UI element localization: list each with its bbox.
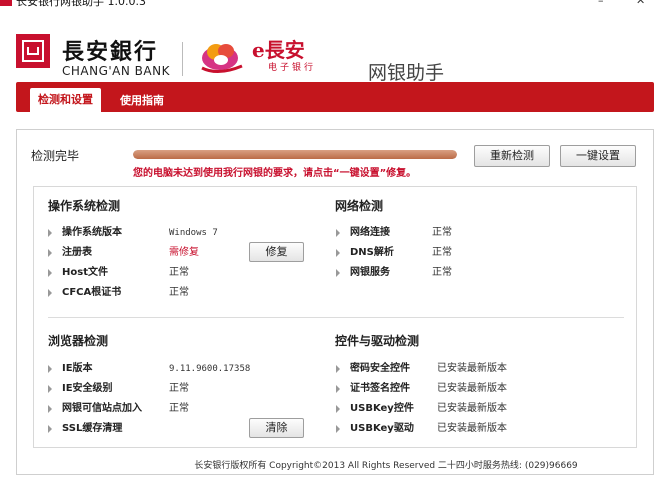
item-value: 已安装最新版本: [437, 403, 507, 414]
item-label: 网银可信站点加入: [62, 403, 142, 414]
item-value: 正常: [169, 267, 189, 278]
check-results-box: 操作系统检测 操作系统版本 Windows 7 注册表 需修复 修复 Host文…: [33, 186, 637, 448]
item-label: IE安全级别: [62, 383, 113, 394]
header-divider: [182, 42, 183, 76]
close-button[interactable]: ✕: [636, 0, 645, 7]
item-value: Windows 7: [169, 228, 218, 238]
item-label: SSL缓存清理: [62, 423, 123, 434]
item-value: 正常: [432, 247, 452, 258]
item-value: 正常: [169, 287, 189, 298]
item-value: 正常: [169, 383, 189, 394]
item-value: 已安装最新版本: [437, 363, 507, 374]
item-label: 注册表: [62, 247, 92, 258]
os-item-cfca: CFCA根证书 正常: [48, 285, 298, 301]
controls-check-title: 控件与驱动检测: [335, 334, 420, 348]
bullet-icon: [48, 405, 52, 413]
item-label: CFCA根证书: [62, 287, 122, 298]
item-value: 正常: [432, 227, 452, 238]
repair-button[interactable]: 修复: [249, 242, 304, 262]
item-label: Host文件: [62, 267, 108, 278]
main-panel: 检测完毕 您的电脑未达到使用我行网银的要求，请点击“一键设置”修复。 重新检测 …: [16, 129, 654, 475]
item-label: USBKey驱动: [350, 423, 414, 434]
item-value: 正常: [432, 267, 452, 278]
tab-check-settings[interactable]: 检测和设置: [30, 88, 101, 112]
item-label: DNS解析: [350, 247, 394, 258]
app-header: 長安銀行 CHANG'AN BANK e長安 电子银行 网银助手: [0, 14, 670, 84]
footer-copyright: 长安银行版权所有 Copyright©2013 All Rights Reser…: [194, 461, 578, 471]
bullet-icon: [48, 365, 52, 373]
ebank-brand: e長安: [252, 38, 305, 62]
browser-item-ie-security: IE安全级别 正常: [48, 381, 298, 397]
bullet-icon: [336, 385, 340, 393]
bullet-icon: [336, 365, 340, 373]
network-item-connection: 网络连接 正常: [336, 225, 586, 241]
network-check-title: 网络检测: [335, 199, 384, 213]
assistant-title: 网银助手: [368, 62, 445, 84]
window-titlebar: 长安银行网银助手 1.0.0.3 – ✕: [0, 0, 670, 14]
item-label: 密码安全控件: [350, 363, 410, 374]
status-message: 您的电脑未达到使用我行网银的要求，请点击“一键设置”修复。: [133, 168, 417, 179]
network-item-service: 网银服务 正常: [336, 265, 586, 281]
network-item-dns: DNS解析 正常: [336, 245, 586, 261]
controls-item-password: 密码安全控件 已安装最新版本: [336, 361, 626, 377]
bank-name-en: CHANG'AN BANK: [62, 64, 170, 78]
bullet-icon: [336, 269, 340, 277]
bullet-icon: [48, 249, 52, 257]
item-label: USBKey控件: [350, 403, 414, 414]
bullet-icon: [336, 425, 340, 433]
app-icon: [0, 0, 12, 6]
bullet-icon: [336, 229, 340, 237]
bank-logo-icon: [16, 34, 50, 68]
bullet-icon: [48, 425, 52, 433]
status-text: 检测完毕: [31, 149, 80, 163]
tab-bar: 检测和设置 使用指南: [16, 82, 654, 112]
clear-button[interactable]: 清除: [249, 418, 304, 438]
browser-check-title: 浏览器检测: [48, 334, 109, 348]
item-label: IE版本: [62, 363, 93, 374]
progress-bar: [133, 150, 457, 159]
bullet-icon: [48, 289, 52, 297]
bank-name-cn: 長安銀行: [62, 39, 159, 65]
controls-item-cert-sign: 证书签名控件 已安装最新版本: [336, 381, 626, 397]
os-item-version: 操作系统版本 Windows 7: [48, 225, 298, 241]
one-click-setup-button[interactable]: 一键设置: [560, 145, 636, 167]
item-value: 9.11.9600.17358: [169, 364, 251, 374]
window-title: 长安银行网银助手 1.0.0.3: [16, 0, 146, 8]
item-label: 证书签名控件: [350, 383, 410, 394]
bullet-icon: [48, 229, 52, 237]
browser-item-ie-version: IE版本 9.11.9600.17358: [48, 361, 298, 377]
bullet-icon: [48, 269, 52, 277]
controls-item-usbkey-control: USBKey控件 已安装最新版本: [336, 401, 626, 417]
os-check-title: 操作系统检测: [48, 199, 121, 213]
ebank-flower-icon: [201, 44, 243, 73]
bullet-icon: [336, 405, 340, 413]
item-value: 已安装最新版本: [437, 383, 507, 394]
item-value: 正常: [169, 403, 189, 414]
bullet-icon: [336, 249, 340, 257]
item-value: 需修复: [169, 247, 199, 258]
os-item-host: Host文件 正常: [48, 265, 298, 281]
bullet-icon: [48, 385, 52, 393]
item-value: 已安装最新版本: [437, 423, 507, 434]
recheck-button[interactable]: 重新检测: [474, 145, 550, 167]
item-label: 操作系统版本: [62, 227, 122, 238]
progress-fill: [133, 150, 457, 159]
item-label: 网银服务: [350, 267, 390, 278]
section-divider: [48, 317, 624, 318]
item-label: 网络连接: [350, 227, 390, 238]
controls-item-usbkey-driver: USBKey驱动 已安装最新版本: [336, 421, 626, 437]
tab-user-guide[interactable]: 使用指南: [112, 90, 172, 112]
minimize-button[interactable]: –: [598, 0, 604, 7]
footer: 长安银行版权所有 Copyright©2013 All Rights Reser…: [0, 458, 670, 471]
ebank-subtitle: 电子银行: [268, 63, 317, 73]
browser-item-trusted-site: 网银可信站点加入 正常: [48, 401, 298, 417]
